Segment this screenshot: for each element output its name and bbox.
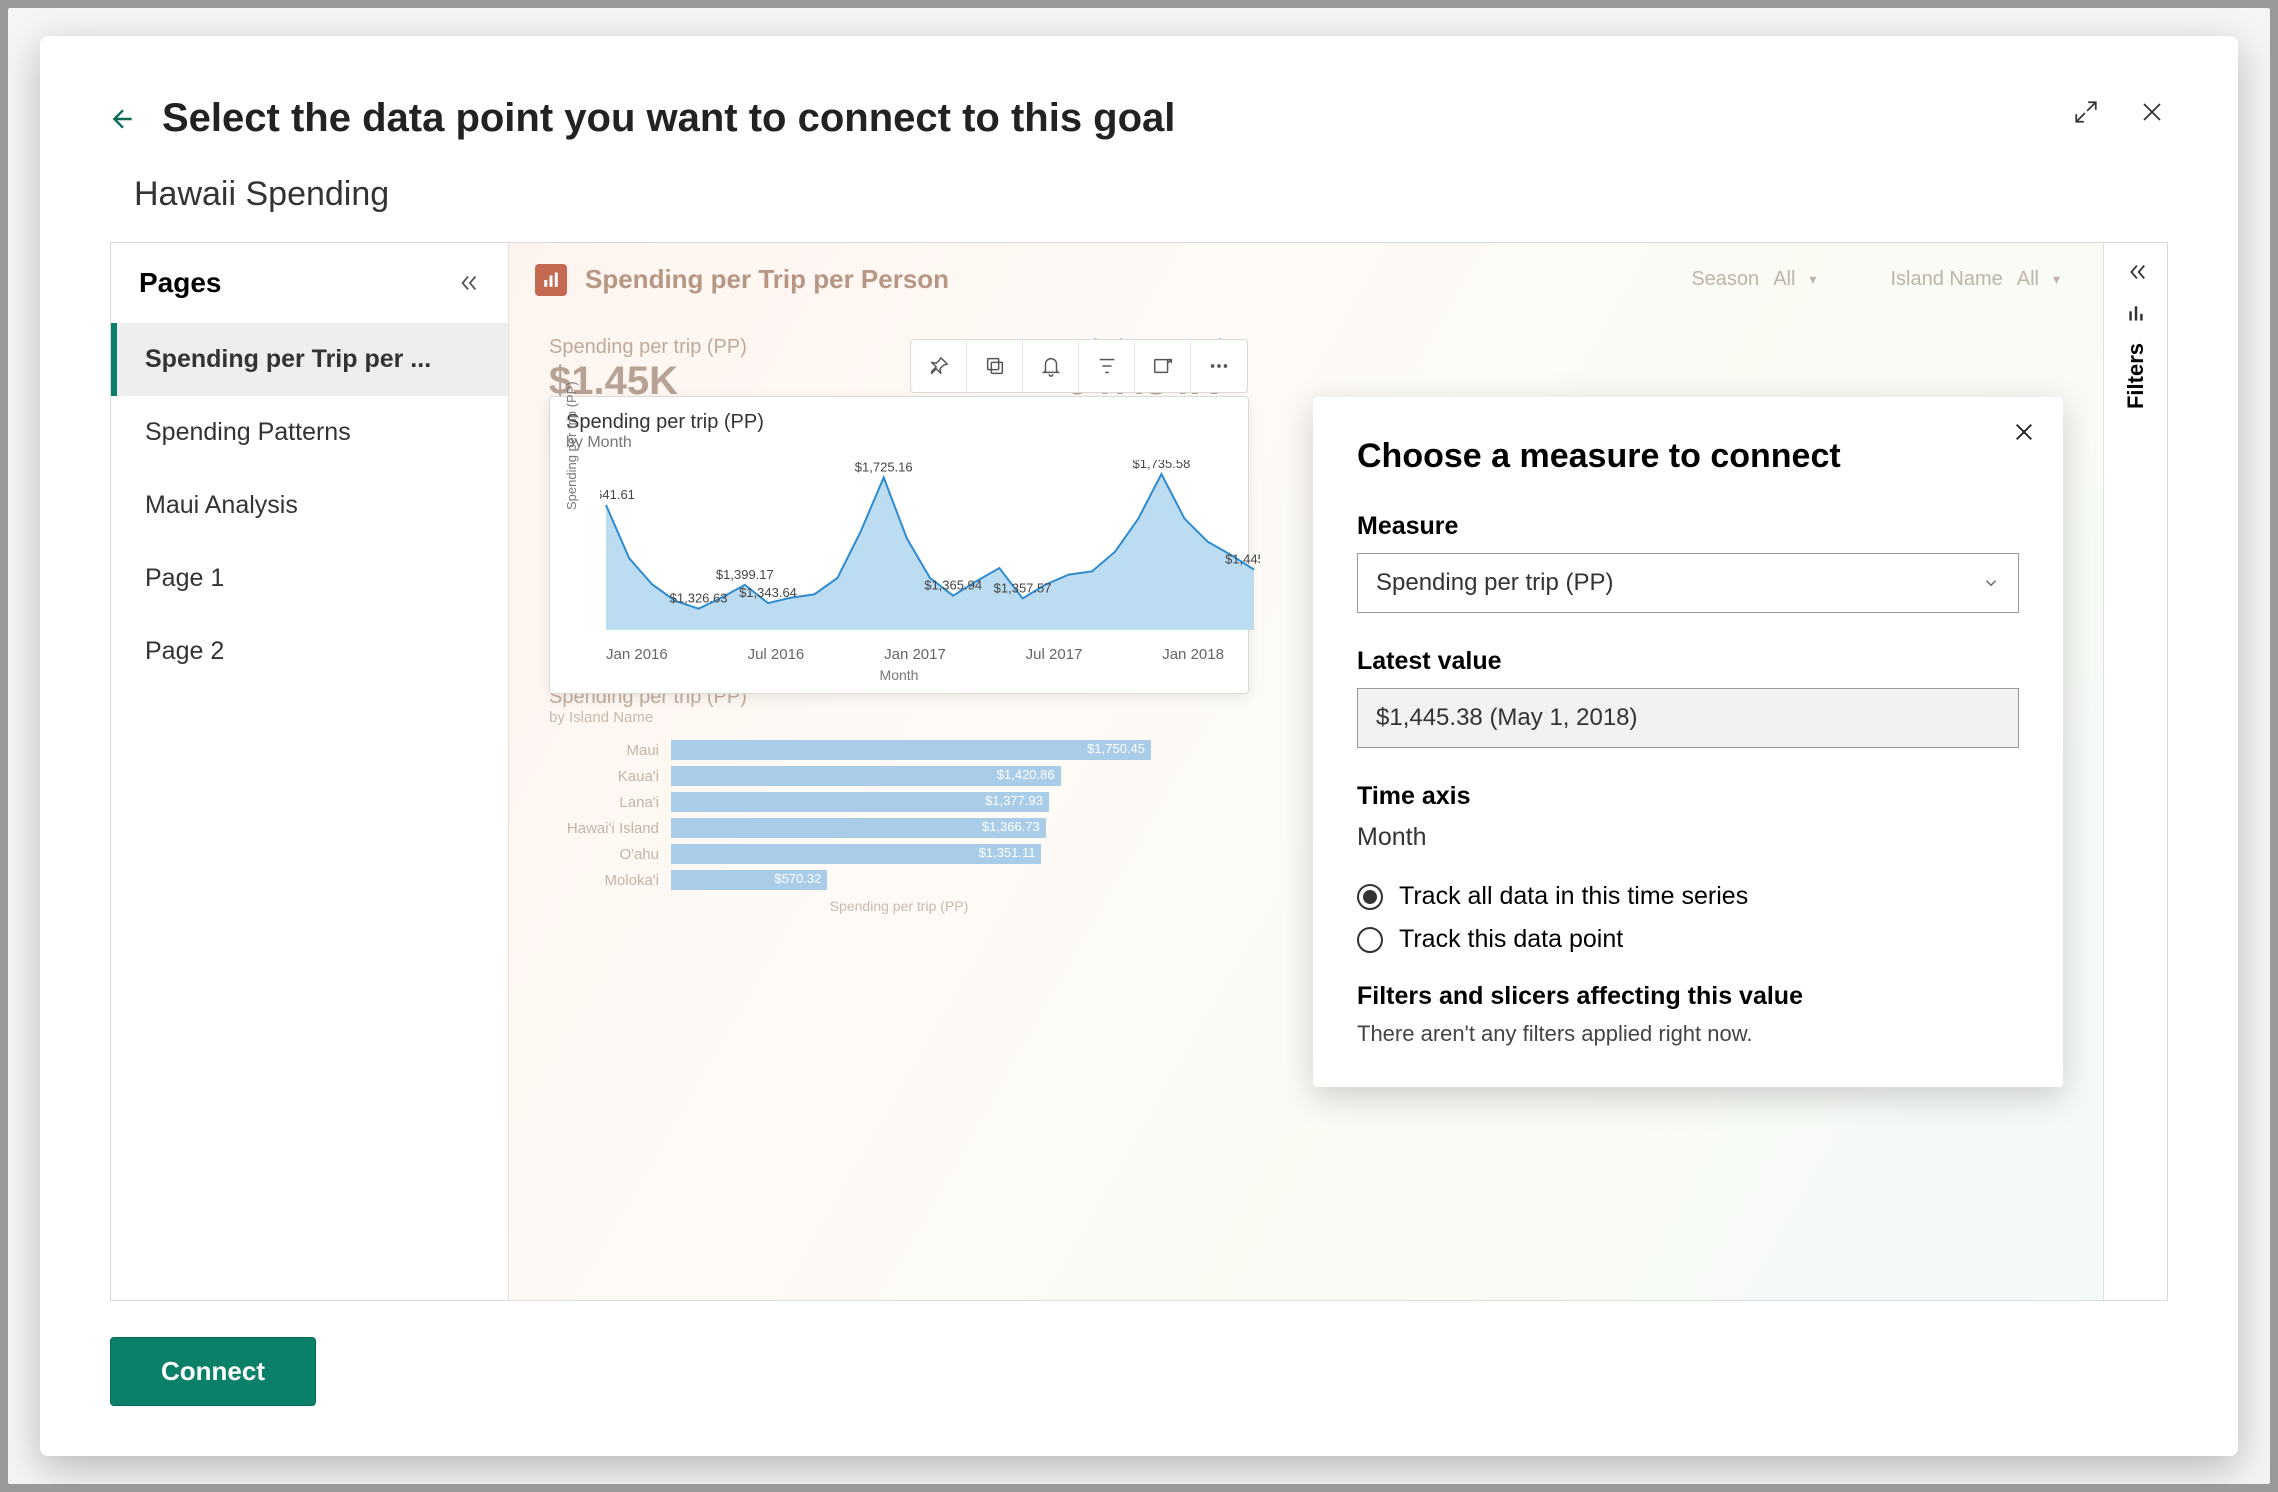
connect-data-point-dialog: Select the data point you want to connec… bbox=[40, 36, 2238, 1456]
measure-connect-panel: Choose a measure to connect Measure Spen… bbox=[1313, 397, 2063, 1087]
time-axis-label: Time axis bbox=[1357, 782, 2019, 811]
measure-label: Measure bbox=[1357, 512, 2019, 541]
dialog-title: Select the data point you want to connec… bbox=[162, 96, 1175, 141]
connect-button[interactable]: Connect bbox=[110, 1337, 316, 1406]
report-canvas: Spending per Trip per Person SeasonAll▾ I… bbox=[509, 243, 2103, 1300]
panel-close-icon[interactable] bbox=[2013, 421, 2035, 443]
x-tick: Jan 2018 bbox=[1162, 646, 1224, 663]
filters-rail[interactable]: Filters bbox=[2103, 243, 2167, 1300]
expand-filters-icon[interactable] bbox=[2125, 261, 2147, 283]
svg-text:$1,357.57: $1,357.57 bbox=[994, 580, 1052, 595]
svg-text:$1,641.61: $1,641.61 bbox=[600, 487, 635, 502]
line-chart-ylabel: Spending per trip (PP) bbox=[564, 381, 579, 510]
back-button[interactable] bbox=[110, 106, 136, 132]
radio-icon bbox=[1357, 927, 1383, 953]
line-chart-subtitle: by Month bbox=[566, 434, 1232, 452]
measure-value: Spending per trip (PP) bbox=[1376, 569, 1613, 597]
svg-text:$1,445.38: $1,445.38 bbox=[1225, 552, 1260, 567]
pages-pane: Pages Spending per Trip per ...Spending … bbox=[111, 243, 509, 1300]
alert-icon[interactable] bbox=[1023, 340, 1079, 392]
line-chart-visual[interactable]: Spending per trip (PP) by Month Spending… bbox=[549, 396, 1249, 694]
page-item[interactable]: Page 1 bbox=[111, 542, 508, 615]
page-item[interactable]: Spending per Trip per ... bbox=[111, 323, 508, 396]
collapse-pages-icon[interactable] bbox=[458, 272, 480, 294]
filters-header: Filters and slicers affecting this value bbox=[1357, 982, 2019, 1011]
radio-track-all-label: Track all data in this time series bbox=[1399, 882, 1748, 911]
page-item[interactable]: Maui Analysis bbox=[111, 469, 508, 542]
radio-icon-selected bbox=[1357, 884, 1383, 910]
latest-value-field: $1,445.38 (May 1, 2018) bbox=[1357, 688, 2019, 748]
copy-icon[interactable] bbox=[967, 340, 1023, 392]
radio-track-point-label: Track this data point bbox=[1399, 925, 1623, 954]
bar-row: Hawai'i Island$1,366.73 bbox=[549, 818, 1249, 838]
bar-row: O'ahu$1,351.11 bbox=[549, 844, 1249, 864]
bar-row: Lana'i$1,377.93 bbox=[549, 792, 1249, 812]
svg-text:$1,365.94: $1,365.94 bbox=[924, 578, 982, 593]
svg-text:$1,735.58: $1,735.58 bbox=[1133, 460, 1191, 471]
bar-row: Maui$1,750.45 bbox=[549, 740, 1249, 760]
radio-track-point[interactable]: Track this data point bbox=[1357, 925, 2019, 954]
slicer[interactable]: SeasonAll▾ bbox=[1674, 261, 1833, 298]
report-name: Hawaii Spending bbox=[134, 175, 2168, 214]
chevron-down-icon: ▾ bbox=[1809, 271, 1816, 288]
filters-text: There aren't any filters applied right n… bbox=[1357, 1021, 2019, 1047]
bar-chart-subtitle: by Island Name bbox=[549, 709, 1249, 726]
focus-icon[interactable] bbox=[1135, 340, 1191, 392]
svg-text:$1,725.16: $1,725.16 bbox=[855, 460, 913, 474]
workspace: Pages Spending per Trip per ...Spending … bbox=[110, 242, 2168, 1301]
canvas-title: Spending per Trip per Person bbox=[585, 264, 949, 295]
measure-select[interactable]: Spending per trip (PP) bbox=[1357, 553, 2019, 613]
x-tick: Jul 2017 bbox=[1026, 646, 1083, 663]
x-tick: Jul 2016 bbox=[748, 646, 805, 663]
bar-row: Kaua'i$1,420.86 bbox=[549, 766, 1249, 786]
chevron-down-icon bbox=[1982, 574, 2000, 592]
svg-text:$1,399.17: $1,399.17 bbox=[716, 567, 774, 582]
more-icon[interactable] bbox=[1191, 340, 1247, 392]
x-tick: Jan 2017 bbox=[884, 646, 946, 663]
filter-icon[interactable] bbox=[1079, 340, 1135, 392]
pin-icon[interactable] bbox=[911, 340, 967, 392]
page-item[interactable]: Spending Patterns bbox=[111, 396, 508, 469]
bar-chart-xlabel: Spending per trip (PP) bbox=[549, 898, 1249, 914]
svg-text:$1,343.64: $1,343.64 bbox=[739, 585, 797, 600]
bar-chart-visual[interactable]: Spending per trip (PP) by Island Name Ma… bbox=[549, 686, 1249, 914]
close-icon[interactable] bbox=[2136, 96, 2168, 128]
expand-icon[interactable] bbox=[2070, 96, 2102, 128]
line-chart-xlabel: Month bbox=[566, 667, 1232, 683]
latest-value-text: $1,445.38 (May 1, 2018) bbox=[1376, 704, 1638, 732]
slicer[interactable]: Island NameAll▾ bbox=[1873, 261, 2077, 298]
filters-rail-label: Filters bbox=[2123, 343, 2149, 409]
report-icon bbox=[535, 264, 567, 296]
svg-text:$1,326.63: $1,326.63 bbox=[670, 591, 728, 606]
panel-title: Choose a measure to connect bbox=[1357, 437, 2019, 476]
radio-track-all[interactable]: Track all data in this time series bbox=[1357, 882, 2019, 911]
visual-toolbar bbox=[910, 339, 1248, 393]
chevron-down-icon: ▾ bbox=[2053, 271, 2060, 288]
line-chart-title: Spending per trip (PP) bbox=[566, 411, 1232, 434]
pages-header-label: Pages bbox=[139, 267, 222, 299]
x-tick: Jan 2016 bbox=[606, 646, 668, 663]
time-axis-value: Month bbox=[1357, 823, 2019, 852]
filters-icon bbox=[2126, 303, 2146, 323]
page-item[interactable]: Page 2 bbox=[111, 615, 508, 688]
latest-value-label: Latest value bbox=[1357, 647, 2019, 676]
bar-row: Moloka'i$570.32 bbox=[549, 870, 1249, 890]
